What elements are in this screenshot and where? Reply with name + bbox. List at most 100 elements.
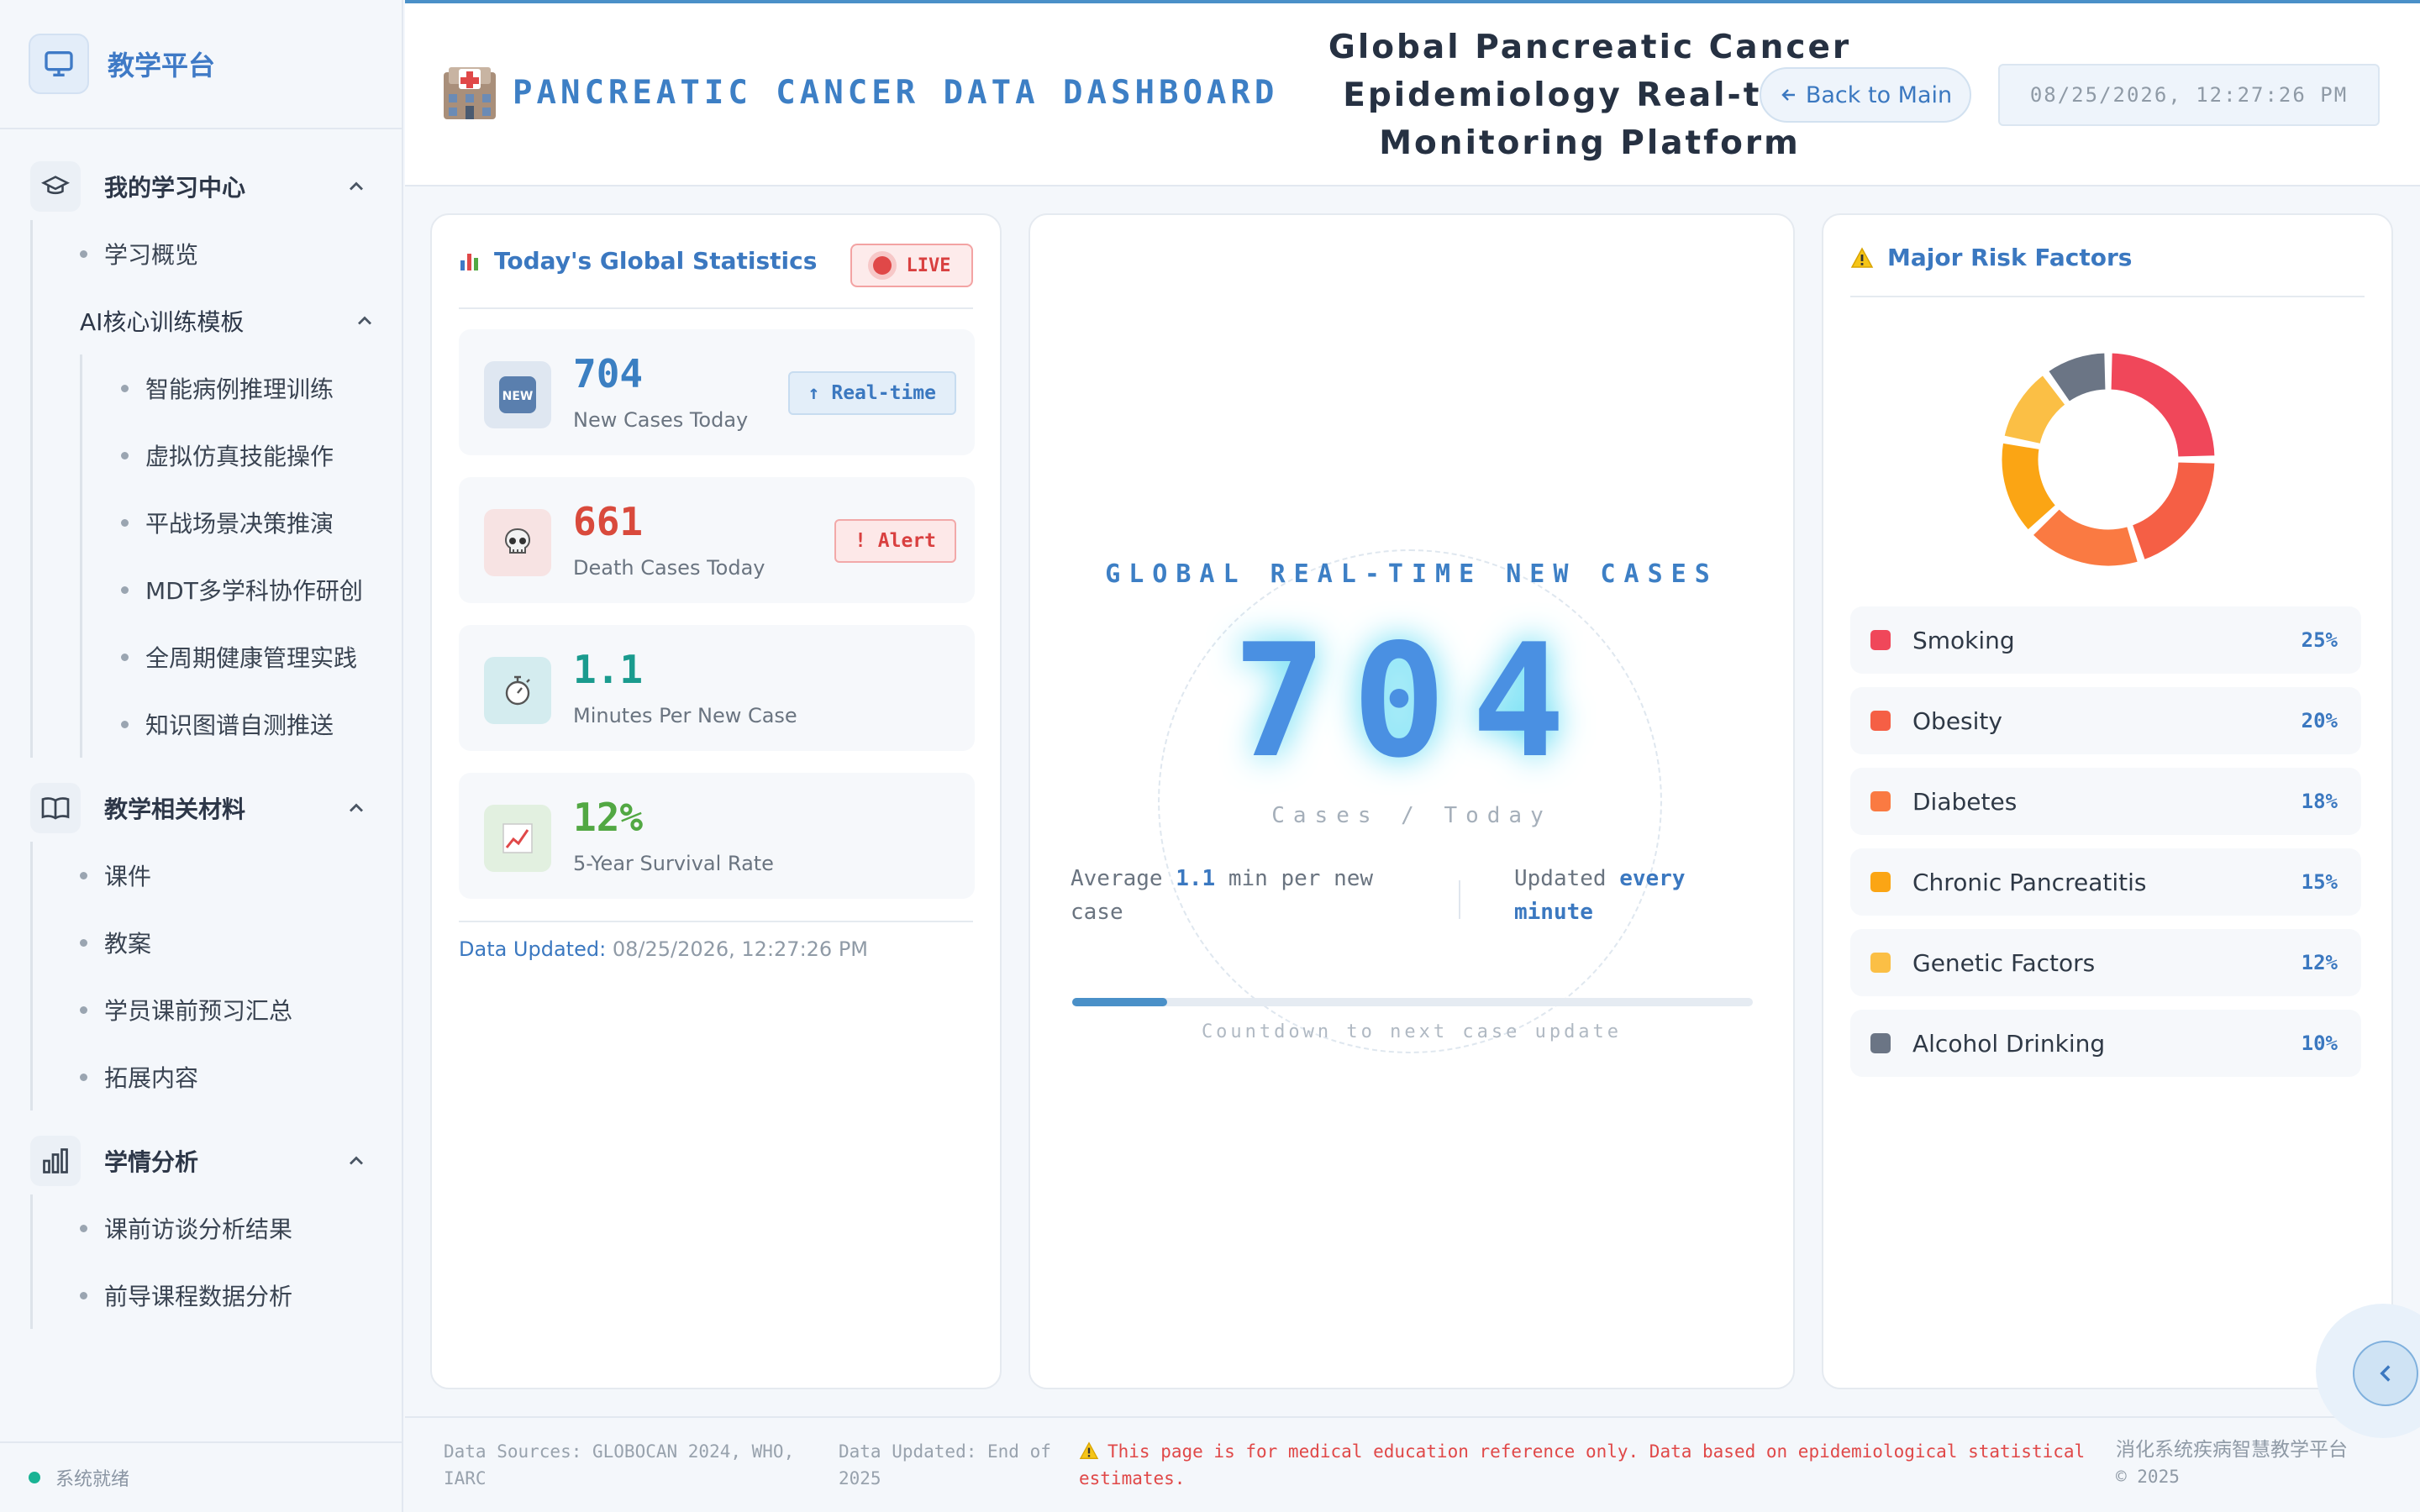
analysis-submenu: 课前访谈分析结果 前导课程数据分析 bbox=[30, 1194, 402, 1329]
back-to-main-button[interactable]: Back to Main bbox=[1760, 67, 1971, 123]
update-frequency: Updated every minute bbox=[1514, 862, 1766, 929]
risk-factor-row: Chronic Pancreatitis 15% bbox=[1850, 848, 2361, 916]
risk-card-title: Major Risk Factors bbox=[1850, 244, 2132, 271]
sidebar-item-label: 全周期健康管理实践 bbox=[145, 644, 358, 672]
realtime-case-count: 704 bbox=[1233, 610, 1591, 792]
bar-chart-icon bbox=[460, 253, 478, 270]
countdown-label: Countdown to next case update bbox=[1201, 1021, 1623, 1042]
average-interval: Average 1.1 min per new case bbox=[1071, 862, 1423, 929]
data-updated-value: 08/25/2026, 12:27:26 PM bbox=[612, 937, 868, 961]
sidebar-group-materials[interactable]: 教学相关材料 bbox=[0, 774, 402, 842]
stat-label: 5-Year Survival Rate bbox=[573, 852, 774, 875]
risk-factor-percent: 20% bbox=[2301, 709, 2338, 732]
dashboard-title: PANCREATIC CANCER DATA DASHBOARD bbox=[513, 74, 1279, 112]
sidebar-group-analysis[interactable]: 学情分析 bbox=[0, 1127, 402, 1194]
bullet bbox=[80, 1291, 87, 1299]
status-dot-icon bbox=[29, 1472, 40, 1483]
sidebar-item-label: 知识图谱自测推送 bbox=[145, 711, 334, 739]
countdown-progress-bar bbox=[1072, 998, 1753, 1006]
risk-card-title-text: Major Risk Factors bbox=[1887, 244, 2133, 271]
risk-factor-percent: 15% bbox=[2301, 870, 2338, 894]
risk-factor-name: Chronic Pancreatitis bbox=[1912, 868, 2147, 896]
risk-factor-name: Alcohol Drinking bbox=[1912, 1029, 2106, 1058]
sidebar-subgroup-ai-templates[interactable]: AI核心训练模板 bbox=[33, 287, 402, 354]
risk-factor-row: Alcohol Drinking 10% bbox=[1850, 1010, 2361, 1077]
sidebar-item-extended-content[interactable]: 拓展内容 bbox=[33, 1043, 402, 1110]
app-root: 教学平台 我的学习中心 学习概览 AI核心训练模板 智能病例推理训练 虚拟仿真技… bbox=[0, 0, 2420, 1512]
chevron-up-icon bbox=[350, 181, 363, 191]
bullet bbox=[80, 1073, 87, 1081]
sidebar-item-preview-summary[interactable]: 学员课前预习汇总 bbox=[33, 976, 402, 1043]
materials-submenu: 课件 教案 学员课前预习汇总 拓展内容 bbox=[30, 842, 402, 1110]
bullet bbox=[121, 451, 129, 459]
sidebar-item-label: 教案 bbox=[104, 930, 152, 958]
legend-swatch bbox=[1870, 630, 1891, 650]
sidebar-item-label: MDT多学科协作研创 bbox=[145, 577, 363, 605]
footer-sources: Data Sources: GLOBOCAN 2024, WHO, IARC bbox=[444, 1441, 795, 1488]
progress-fill bbox=[1072, 998, 1168, 1006]
sidebar-item-label: 拓展内容 bbox=[104, 1064, 199, 1092]
risk-factor-name: Genetic Factors bbox=[1912, 948, 2096, 977]
footer-disclaimer-text: This page is for medical education refer… bbox=[1079, 1441, 2086, 1488]
footer-copyright: © 2025 bbox=[2116, 1467, 2180, 1487]
bullet bbox=[121, 518, 129, 527]
sidebar-item-interview-analysis[interactable]: 课前访谈分析结果 bbox=[33, 1194, 402, 1262]
sidebar-item-virtual-simulation[interactable]: 虚拟仿真技能操作 bbox=[82, 422, 402, 489]
sidebar-group-label: 教学相关材料 bbox=[104, 795, 246, 823]
chevron-up-icon bbox=[358, 316, 371, 325]
avg-value: 1.1 bbox=[1176, 866, 1216, 891]
footer-updated: Data Updated: End of 2025 bbox=[839, 1441, 1051, 1488]
footer-disclaimer: This page is for medical education refer… bbox=[1079, 1438, 2104, 1492]
risk-factor-percent: 10% bbox=[2301, 1032, 2338, 1055]
bullet bbox=[121, 720, 129, 728]
legend-swatch bbox=[1870, 872, 1891, 892]
arrow-left-icon bbox=[1781, 89, 1795, 101]
data-updated-label: Data Updated: bbox=[459, 937, 607, 961]
sidebar-item-label: 学习概览 bbox=[104, 241, 199, 269]
back-button-label: Back to Main bbox=[1805, 81, 1953, 108]
system-status: 系统就绪 bbox=[0, 1441, 402, 1512]
footer-org: 消化系统疾病智慧教学平台 © 2025 bbox=[2116, 1436, 2402, 1490]
sidebar-item-label: 平战场景决策推演 bbox=[145, 510, 334, 538]
bullet bbox=[80, 1005, 87, 1014]
chevron-up-icon bbox=[350, 1156, 363, 1165]
stat-survival-rate: 12% 5-Year Survival Rate bbox=[459, 773, 975, 899]
risk-factor-percent: 18% bbox=[2301, 790, 2338, 813]
sidebar-item-overview[interactable]: 学习概览 bbox=[33, 220, 402, 287]
brand[interactable]: 教学平台 bbox=[0, 0, 402, 129]
monitor-icon bbox=[29, 34, 89, 94]
risk-factor-percent: 12% bbox=[2301, 951, 2338, 974]
new-badge-icon: NEW bbox=[484, 361, 551, 428]
bullet bbox=[121, 384, 129, 392]
divider bbox=[1850, 296, 2365, 297]
sidebar-item-courseware[interactable]: 课件 bbox=[33, 842, 402, 909]
stats-card-title: Today's Global Statistics bbox=[459, 247, 817, 275]
sidebar-item-label: 智能病例推理训练 bbox=[145, 375, 334, 403]
book-icon bbox=[30, 783, 81, 833]
sidebar-item-case-reasoning[interactable]: 智能病例推理训练 bbox=[82, 354, 402, 422]
chevron-up-icon bbox=[350, 803, 363, 812]
risk-donut-chart bbox=[1999, 350, 2217, 569]
stat-value: 12% bbox=[573, 795, 644, 840]
divider bbox=[459, 307, 973, 309]
sidebar-item-health-management[interactable]: 全周期健康管理实践 bbox=[82, 623, 402, 690]
ai-templates-submenu: 智能病例推理训练 虚拟仿真技能操作 平战场景决策推演 MDT多学科协作研创 全周… bbox=[80, 354, 402, 758]
sidebar-item-label: 前导课程数据分析 bbox=[104, 1283, 293, 1310]
stopwatch-icon bbox=[484, 657, 551, 724]
risk-factor-percent: 25% bbox=[2301, 628, 2338, 652]
sidebar-item-scenario-decision[interactable]: 平战场景决策推演 bbox=[82, 489, 402, 556]
sidebar-group-learning-center[interactable]: 我的学习中心 bbox=[0, 153, 402, 220]
donut-slice-obesity bbox=[2129, 459, 2217, 563]
avg-prefix: Average bbox=[1071, 866, 1163, 891]
sidebar-item-knowledge-graph[interactable]: 知识图谱自测推送 bbox=[82, 690, 402, 758]
legend-swatch bbox=[1870, 953, 1891, 973]
sidebar-item-mdt[interactable]: MDT多学科协作研创 bbox=[82, 556, 402, 623]
collapse-panel-button[interactable] bbox=[2353, 1341, 2418, 1406]
sidebar-item-lesson-plan[interactable]: 教案 bbox=[33, 909, 402, 976]
risk-factors-card: Major Risk Factors Smoking 25% Obesity 20% D… bbox=[1822, 213, 2393, 1389]
learning-center-submenu: 学习概览 AI核心训练模板 智能病例推理训练 虚拟仿真技能操作 平战场景决策推演… bbox=[30, 220, 402, 758]
realtime-badge: ↑ Real-time bbox=[787, 371, 956, 415]
sidebar-group-label: 学情分析 bbox=[104, 1148, 199, 1176]
risk-factor-name: Diabetes bbox=[1912, 787, 2018, 816]
sidebar-item-course-data-analysis[interactable]: 前导课程数据分析 bbox=[33, 1262, 402, 1329]
